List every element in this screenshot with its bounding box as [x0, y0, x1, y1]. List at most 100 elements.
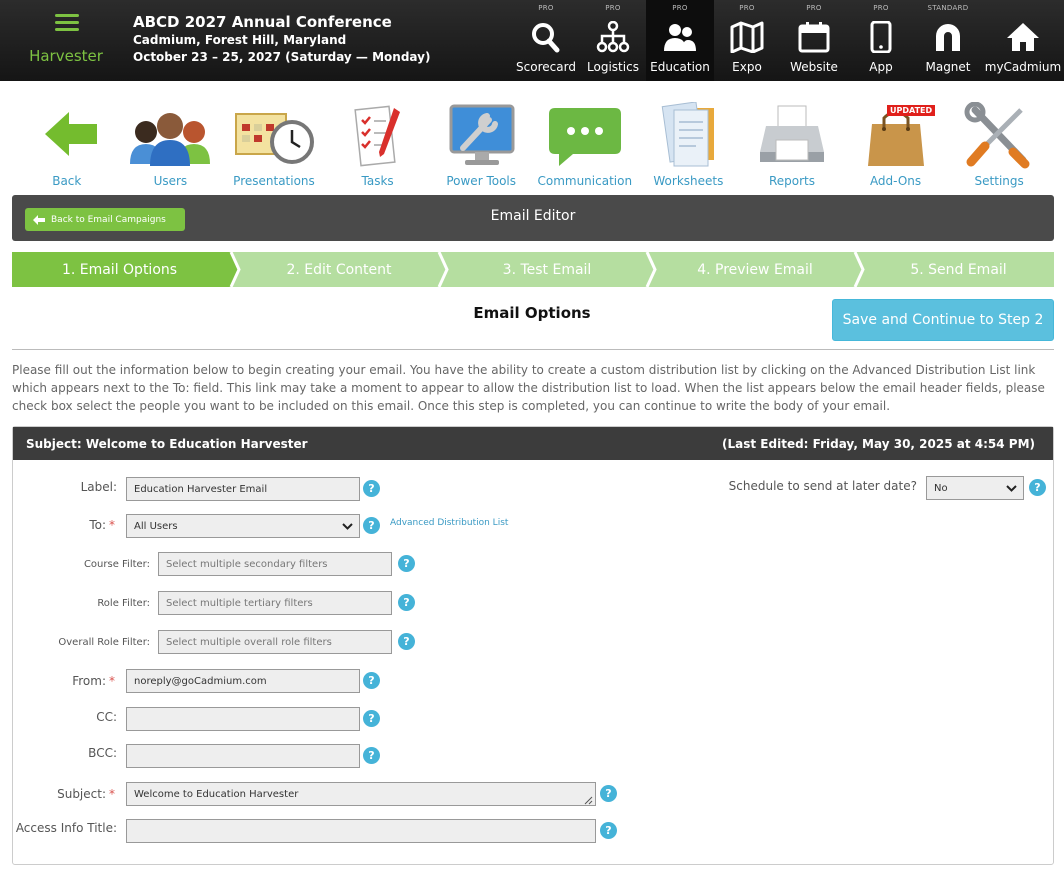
help-icon[interactable]: ? — [398, 555, 415, 572]
module-tier: PRO — [672, 4, 688, 12]
help-icon[interactable]: ? — [1029, 479, 1046, 496]
to-select[interactable]: All Users — [126, 514, 360, 538]
step-wizard: 1. Email Options 2. Edit Content 3. Test… — [12, 252, 1054, 287]
help-icon[interactable]: ? — [363, 480, 380, 497]
module-label: Website — [790, 60, 838, 74]
label-input[interactable]: Education Harvester Email — [126, 477, 360, 501]
tool-communication[interactable]: Communication — [533, 100, 637, 192]
subject-textarea[interactable]: Welcome to Education Harvester — [126, 782, 596, 806]
tool-settings[interactable]: Settings — [947, 100, 1051, 192]
bcc-input[interactable] — [126, 744, 360, 768]
worksheets-icon — [662, 102, 715, 167]
module-label: Scorecard — [516, 60, 576, 74]
module-scorecard[interactable]: PRO Scorecard — [512, 0, 580, 81]
help-icon[interactable]: ? — [398, 594, 415, 611]
event-info: ABCD 2027 Annual Conference Cadmium, For… — [133, 12, 430, 66]
tool-worksheets[interactable]: Worksheets — [637, 100, 741, 192]
schedule-select-value: No — [934, 482, 948, 494]
module-label: myCadmium — [984, 60, 1062, 74]
help-icon[interactable]: ? — [398, 633, 415, 650]
tool-label: Reports — [768, 174, 815, 188]
instructions-text: Please fill out the information below to… — [12, 363, 1045, 413]
module-logistics[interactable]: PRO Logistics — [580, 0, 646, 81]
schedule-label: Schedule to send at later date? — [728, 479, 917, 493]
module-magnet[interactable]: STANDARD Magnet — [914, 0, 982, 81]
help-icon[interactable]: ? — [363, 672, 380, 689]
step-send-email[interactable]: 5. Send Email — [863, 252, 1054, 287]
tool-tasks[interactable]: Tasks — [326, 100, 430, 192]
module-tier: PRO — [605, 4, 621, 12]
module-education[interactable]: PRO Education — [646, 0, 714, 81]
step-test-email[interactable]: 3. Test Email — [447, 252, 647, 287]
hamburger-menu-icon[interactable] — [55, 14, 79, 31]
tool-power-tools[interactable]: Power Tools — [429, 100, 533, 192]
required-marker: * — [109, 674, 115, 688]
tool-users[interactable]: Users — [119, 100, 223, 192]
help-icon[interactable]: ? — [363, 517, 380, 534]
panel-header: Subject: Welcome to Education Harvester … — [13, 427, 1053, 460]
from-input[interactable]: noreply@goCadmium.com — [126, 669, 360, 693]
module-label: Expo — [732, 60, 762, 74]
tool-label: Worksheets — [653, 174, 724, 188]
users-icon — [130, 113, 211, 166]
save-and-continue-button[interactable]: Save and Continue to Step 2 — [832, 299, 1054, 341]
to-field-label: To: * — [89, 518, 115, 532]
role-filter-label: Role Filter: — [97, 598, 150, 609]
tool-label: Back — [52, 174, 82, 188]
role-filter-input[interactable]: Select multiple tertiary filters — [158, 591, 392, 615]
required-marker: * — [109, 787, 115, 801]
step-edit-content[interactable]: 2. Edit Content — [239, 252, 439, 287]
editor-title: Email Editor — [490, 208, 576, 224]
to-select-value: All Users — [134, 520, 178, 532]
bcc-field-label: BCC: — [88, 746, 117, 760]
tool-reports[interactable]: Reports — [740, 100, 844, 192]
hierarchy-icon — [596, 21, 630, 53]
module-website[interactable]: PRO Website — [780, 0, 848, 81]
presentations-icon — [234, 113, 314, 164]
tool-label: Users — [153, 174, 188, 188]
email-editor-bar: Back to Email Campaigns Email Editor — [12, 195, 1054, 241]
course-filter-input[interactable]: Select multiple secondary filters — [158, 552, 392, 576]
module-tier: PRO — [873, 4, 889, 12]
advanced-distribution-list-link[interactable]: Advanced Distribution List — [390, 518, 508, 528]
help-icon[interactable]: ? — [600, 785, 617, 802]
top-header: Harvester ABCD 2027 Annual Conference Ca… — [0, 0, 1064, 81]
tool-label: Power Tools — [446, 174, 516, 188]
step-email-options[interactable]: 1. Email Options — [12, 252, 227, 287]
module-label: Education — [650, 60, 710, 74]
tool-label: Add-Ons — [869, 174, 922, 188]
overall-role-filter-label: Overall Role Filter: — [58, 637, 150, 648]
help-icon[interactable]: ? — [363, 747, 380, 764]
tool-label: Settings — [974, 174, 1024, 188]
power-tools-icon — [449, 104, 515, 165]
communication-icon — [548, 108, 621, 166]
tool-label: Presentations — [233, 174, 315, 188]
event-location: Cadmium, Forest Hill, Maryland — [133, 33, 347, 47]
course-filter-label: Course Filter: — [83, 559, 150, 570]
access-info-title-input[interactable] — [126, 819, 596, 843]
tool-back[interactable]: Back — [15, 100, 119, 192]
tool-presentations[interactable]: Presentations — [222, 100, 326, 192]
module-app[interactable]: PRO App — [848, 0, 914, 81]
step-preview-email[interactable]: 4. Preview Email — [655, 252, 855, 287]
help-icon[interactable]: ? — [600, 822, 617, 839]
brand-name: Harvester — [29, 47, 103, 65]
resize-handle-icon[interactable] — [584, 796, 593, 805]
event-dates: October 23 – 25, 2027 (Saturday — Monday… — [133, 50, 431, 64]
brand-menu[interactable]: Harvester — [0, 0, 132, 81]
people-icon — [664, 24, 696, 51]
help-icon[interactable]: ? — [363, 710, 380, 727]
module-expo[interactable]: PRO Expo — [714, 0, 780, 81]
access-info-title-label: Access Info Title: — [15, 821, 117, 835]
schedule-select[interactable]: No — [926, 476, 1024, 500]
module-mycadmium[interactable]: myCadmium — [982, 0, 1064, 81]
label-field-label: Label: — [80, 480, 117, 494]
chevron-down-icon — [1006, 484, 1017, 492]
subject-field-label: Subject: * — [57, 787, 115, 801]
updated-badge: UPDATED — [887, 105, 936, 116]
cc-input[interactable] — [126, 707, 360, 731]
module-label: App — [869, 60, 893, 74]
overall-role-filter-input[interactable]: Select multiple overall role filters — [158, 630, 392, 654]
calendar-icon — [798, 22, 830, 53]
reports-icon — [759, 105, 824, 162]
